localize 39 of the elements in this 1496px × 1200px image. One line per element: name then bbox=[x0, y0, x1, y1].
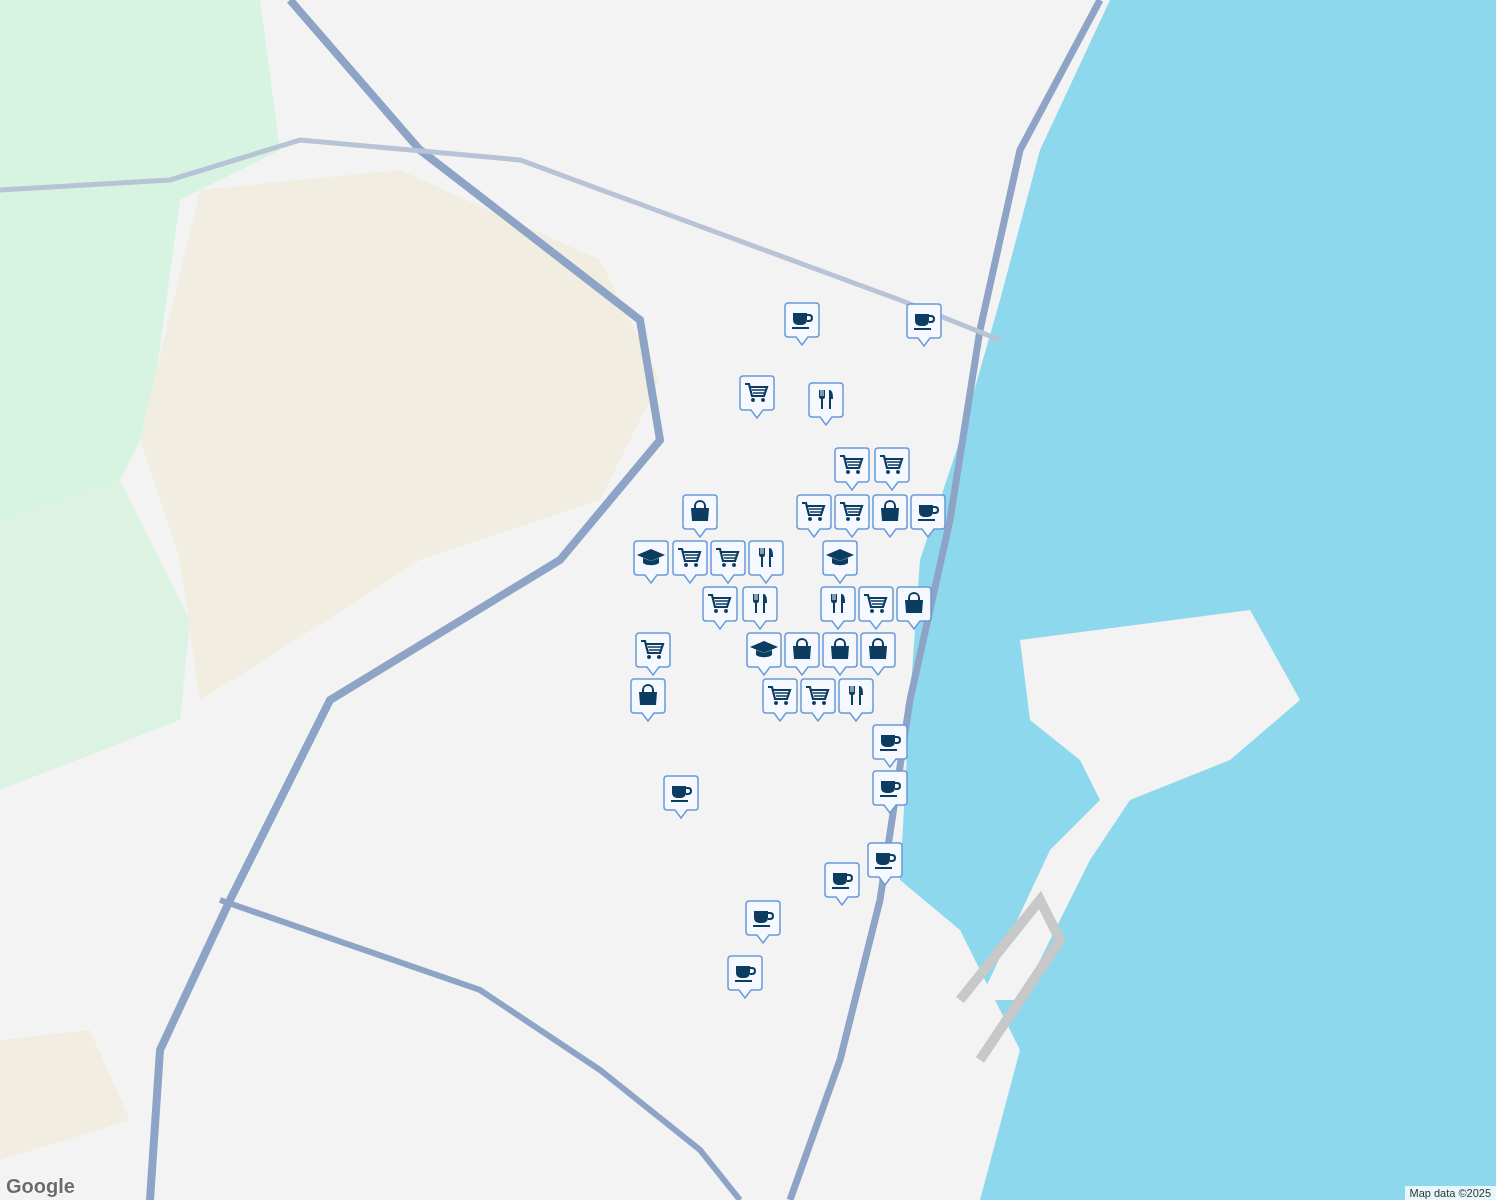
cup-icon bbox=[918, 505, 939, 521]
cart-icon bbox=[840, 501, 864, 521]
cup-icon bbox=[832, 873, 853, 889]
cart-icon bbox=[840, 454, 864, 474]
cart-icon bbox=[678, 547, 702, 567]
cart-icon bbox=[641, 639, 665, 659]
cart-icon bbox=[745, 382, 769, 402]
cup-icon bbox=[880, 781, 901, 797]
fork-knife-icon bbox=[753, 594, 767, 613]
cup-icon bbox=[875, 853, 896, 869]
fork-knife-icon bbox=[831, 594, 845, 613]
shopping-bag-icon bbox=[831, 638, 849, 659]
cup-icon bbox=[792, 313, 813, 329]
shopping-bag-icon bbox=[869, 638, 887, 659]
cup-icon bbox=[914, 314, 935, 330]
cart-icon bbox=[880, 454, 904, 474]
fork-knife-icon bbox=[819, 390, 833, 409]
fork-knife-icon bbox=[759, 548, 773, 567]
cup-icon bbox=[735, 966, 756, 982]
mortarboard-icon bbox=[750, 641, 778, 658]
shopping-bag-icon bbox=[793, 638, 811, 659]
cup-icon bbox=[753, 911, 774, 927]
shopping-bag-icon bbox=[905, 592, 923, 613]
map-attribution: Map data ©2025 bbox=[1404, 1186, 1496, 1200]
shopping-bag-icon bbox=[639, 684, 657, 705]
cup-icon bbox=[671, 786, 692, 802]
fork-knife-icon bbox=[849, 686, 863, 705]
cart-icon bbox=[708, 593, 732, 613]
cart-icon bbox=[806, 685, 830, 705]
mortarboard-icon bbox=[826, 549, 854, 566]
logo: Google bbox=[6, 1175, 75, 1198]
shopping-bag-icon bbox=[691, 500, 709, 521]
cup-icon bbox=[880, 735, 901, 751]
cart-icon bbox=[716, 547, 740, 567]
cart-icon bbox=[864, 593, 888, 613]
mortarboard-icon bbox=[637, 549, 665, 566]
cart-icon bbox=[768, 685, 792, 705]
shopping-bag-icon bbox=[881, 500, 899, 521]
cart-icon bbox=[802, 501, 826, 521]
